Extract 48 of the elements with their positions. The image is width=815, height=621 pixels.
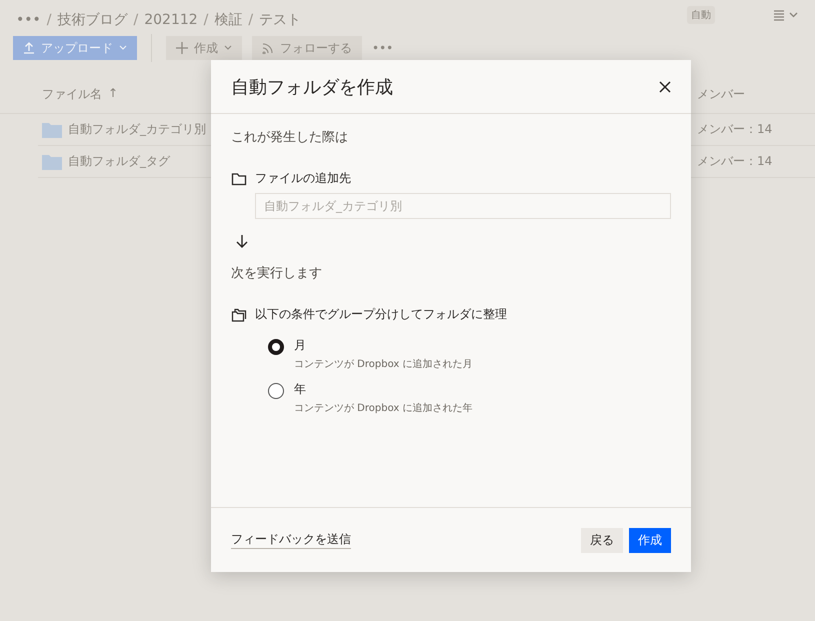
list-view-icon[interactable] (773, 9, 799, 21)
caret-icon (119, 45, 127, 51)
arrow-down-icon (236, 235, 248, 248)
section-heading: これが発生した際は (231, 129, 349, 146)
column-header[interactable]: ファイル名 (42, 86, 102, 113)
folder-icon (42, 154, 62, 170)
breadcrumb-item[interactable]: 202112 (144, 12, 198, 28)
separator: / (46, 12, 52, 28)
feedback-link[interactable]: フィードバックを送信 (231, 531, 351, 549)
action-label: 以下の条件でグループ分けしてフォルダに整理 (255, 306, 507, 323)
folder-icon (231, 172, 247, 186)
sort-arrow-icon[interactable]: ↑ (108, 86, 118, 113)
members-cell-text: メンバー：14 (697, 153, 774, 170)
more-button[interactable]: ••• (372, 41, 394, 55)
caret-icon (224, 45, 232, 51)
more-icon[interactable]: ••• (16, 12, 41, 28)
follow-button[interactable]: フォローする (252, 36, 362, 60)
field-label: ファイルの追加先 (255, 170, 351, 187)
radio-button[interactable] (268, 383, 284, 399)
folder-field[interactable]: 自動フォルダ_カテゴリ別 (255, 193, 671, 219)
upload-button[interactable]: アップロード (13, 36, 137, 60)
create-button[interactable]: 作成 (629, 528, 671, 552)
close-button[interactable] (659, 80, 671, 92)
members-cell-text: メンバー：14 (697, 121, 774, 138)
option-description: コンテンツが Dropbox に追加された月 (294, 358, 472, 371)
breadcrumb-item[interactable]: テスト (259, 11, 302, 29)
feed-icon (262, 42, 274, 54)
separator: / (248, 12, 254, 28)
file-name[interactable]: 自動フォルダ_カテゴリ別 (68, 121, 206, 138)
upload-icon (23, 42, 35, 54)
dialog-title: 自動フォルダを作成 (231, 76, 393, 98)
option-label: 月 (294, 337, 307, 354)
folders-icon (231, 308, 247, 322)
create-button[interactable]: 作成 (166, 36, 242, 60)
option-label: 年 (294, 381, 307, 398)
separator: / (134, 12, 138, 28)
file-name[interactable]: 自動フォルダ_タグ (68, 153, 170, 170)
column-header[interactable]: メンバー (697, 86, 815, 113)
breadcrumb-item[interactable]: 技術ブログ (58, 11, 128, 29)
radio-button[interactable] (268, 339, 284, 355)
folder-icon (42, 122, 62, 138)
auto-badge: 自動 (687, 6, 715, 24)
section-heading: 次を実行します (231, 265, 323, 282)
separator: / (204, 12, 208, 28)
plus-icon (176, 42, 188, 54)
option-description: コンテンツが Dropbox に追加された年 (294, 402, 472, 415)
breadcrumb-item[interactable]: 検証 (214, 11, 242, 29)
back-button[interactable]: 戻る (581, 528, 623, 552)
